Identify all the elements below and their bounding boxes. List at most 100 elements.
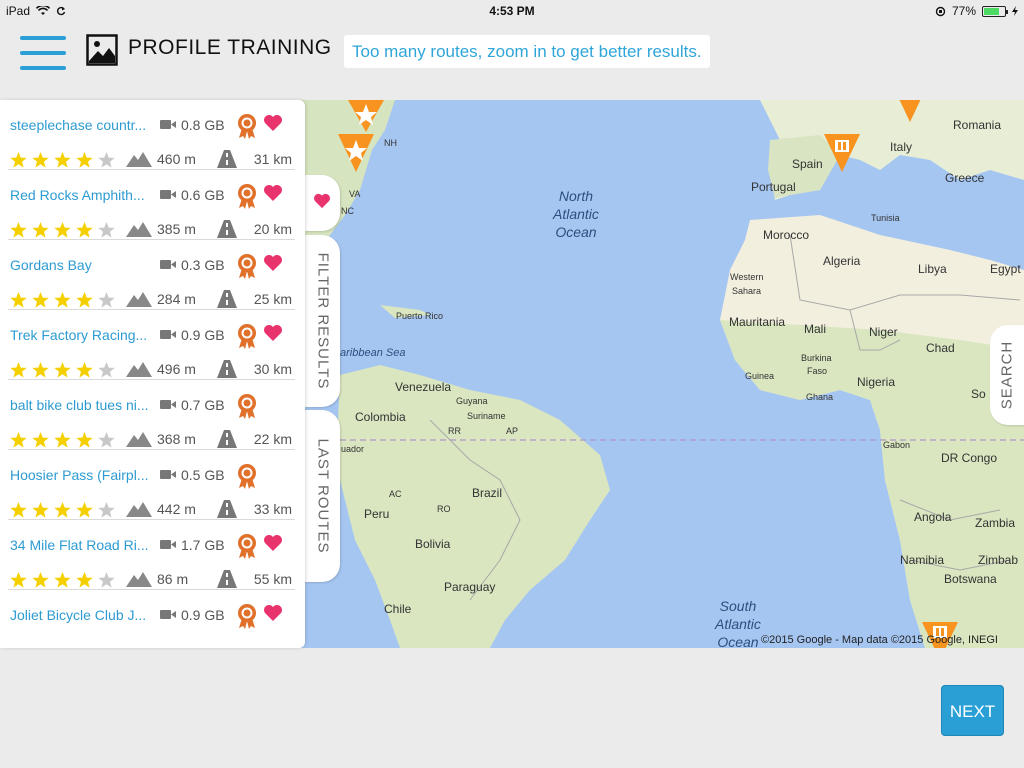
star-filled-icon — [54, 222, 71, 238]
video-icon — [160, 190, 176, 199]
video-icon — [160, 540, 176, 549]
star-filled-icon — [32, 222, 49, 238]
route-name[interactable]: Hoosier Pass (Fairpl... — [10, 467, 150, 483]
map-label-north-atlantic-line1: North — [558, 188, 594, 204]
info-banner: Too many routes, zoom in to get better r… — [344, 35, 710, 68]
route-list-item[interactable]: Trek Factory Racing... 0.9 GB 496 m 30 k… — [0, 310, 305, 380]
route-list-item[interactable]: steeplechase countr... 0.8 GB 460 m 31 k… — [0, 100, 305, 170]
map-label-greece: Greece — [945, 171, 985, 185]
next-button[interactable]: NEXT — [941, 685, 1004, 736]
route-pin[interactable] — [336, 130, 376, 174]
star-filled-icon — [32, 432, 49, 448]
award-badge-icon — [238, 464, 256, 489]
star-filled-icon — [10, 292, 27, 308]
tab-filter-results-label: FILTER RESULTS — [314, 252, 331, 390]
star-filled-icon — [76, 292, 93, 308]
map-label-algeria: Algeria — [823, 254, 861, 268]
star-filled-icon — [10, 572, 27, 588]
charging-icon — [1012, 6, 1018, 16]
map-label-venezuela: Venezuela — [395, 380, 452, 394]
map-label-mauritania: Mauritania — [729, 315, 786, 329]
route-pin[interactable] — [822, 130, 862, 174]
route-size: 0.6 GB — [181, 187, 225, 203]
battery-percent: 77% — [951, 4, 976, 18]
page-title: PROFILE TRAINING — [128, 36, 332, 59]
award-badge-icon — [238, 394, 256, 419]
heart-icon[interactable] — [263, 254, 283, 272]
tab-search[interactable]: SEARCH — [990, 325, 1024, 425]
map-label-angola: Angola — [914, 510, 952, 524]
map-label-spain: Spain — [792, 157, 823, 171]
star-filled-icon — [10, 152, 27, 168]
map-label-south-atlantic-line1: South — [719, 598, 757, 614]
road-icon — [217, 150, 237, 168]
map-label-mali: Mali — [804, 322, 827, 336]
map-label-gabon: Gabon — [883, 440, 911, 450]
star-filled-icon — [76, 432, 93, 448]
map-label-western-sahara-1: Western — [730, 272, 764, 282]
star-empty-icon — [98, 152, 115, 168]
orientation-lock-icon — [935, 6, 946, 16]
tab-search-label: SEARCH — [998, 340, 1016, 410]
map-label-niger: Niger — [869, 325, 898, 339]
mountain-icon — [126, 292, 152, 307]
video-icon — [160, 120, 176, 129]
rating-stars — [9, 221, 116, 239]
video-icon — [160, 470, 176, 479]
route-name[interactable]: steeplechase countr... — [10, 117, 150, 133]
route-name[interactable]: Trek Factory Racing... — [10, 327, 150, 343]
map-label-guyana: Guyana — [456, 396, 488, 406]
route-list-item[interactable]: Red Rocks Amphith... 0.6 GB 385 m 20 km — [0, 170, 305, 240]
map-label-bolivia: Bolivia — [415, 537, 451, 551]
map-label-somalia: So — [971, 387, 986, 401]
star-filled-icon — [54, 502, 71, 518]
route-size: 0.7 GB — [181, 397, 225, 413]
star-empty-icon — [98, 432, 115, 448]
map-label-nh: NH — [384, 138, 397, 148]
rating-stars — [9, 571, 116, 589]
route-list[interactable]: steeplechase countr... 0.8 GB 460 m 31 k… — [0, 100, 305, 648]
heart-icon[interactable] — [263, 184, 283, 202]
star-filled-icon — [32, 572, 49, 588]
star-filled-icon — [10, 502, 27, 518]
route-size: 1.7 GB — [181, 537, 225, 553]
star-filled-icon — [76, 572, 93, 588]
route-name[interactable]: Joliet Bicycle Club J... — [10, 607, 150, 623]
star-filled-icon — [54, 432, 71, 448]
route-name[interactable]: 34 Mile Flat Road Ri... — [10, 537, 150, 553]
star-filled-icon — [54, 292, 71, 308]
award-badge-icon — [238, 324, 256, 349]
tab-last-routes[interactable]: LAST ROUTES — [305, 410, 340, 582]
route-pin[interactable] — [890, 100, 930, 124]
map-label-caribbean-sea: aribbean Sea — [340, 347, 406, 359]
map-label-puerto-rico: Puerto Rico — [396, 311, 444, 321]
menu-button[interactable] — [20, 34, 66, 72]
route-list-item[interactable]: balt bike club tues ni... 0.7 GB 368 m 2… — [0, 380, 305, 450]
award-badge-icon — [238, 534, 256, 559]
map-label-north-atlantic: North Atlantic Ocean — [553, 187, 599, 241]
mountain-icon — [126, 362, 152, 377]
heart-icon[interactable] — [263, 534, 283, 552]
heart-icon[interactable] — [263, 114, 283, 132]
star-filled-icon — [10, 432, 27, 448]
route-list-item[interactable]: Gordans Bay 0.3 GB 284 m 25 km — [0, 240, 305, 310]
route-name[interactable]: Gordans Bay — [10, 257, 150, 273]
route-list-item[interactable]: Joliet Bicycle Club J... 0.9 GB — [0, 590, 305, 648]
mountain-icon — [126, 432, 152, 447]
heart-icon[interactable] — [263, 324, 283, 342]
tab-favorites[interactable] — [305, 175, 340, 231]
route-list-item[interactable]: 34 Mile Flat Road Ri... 1.7 GB 86 m 55 k… — [0, 520, 305, 590]
star-empty-icon — [98, 222, 115, 238]
route-elevation: 86 m — [157, 571, 189, 587]
route-list-item[interactable]: Hoosier Pass (Fairpl... 0.5 GB 442 m 33 … — [0, 450, 305, 520]
route-name[interactable]: Red Rocks Amphith... — [10, 187, 150, 203]
award-badge-icon — [238, 114, 256, 139]
map-label-western-sahara-2: Sahara — [732, 286, 762, 296]
map-label-ghana: Ghana — [806, 392, 834, 402]
route-name[interactable]: balt bike club tues ni... — [10, 397, 150, 413]
map-label-burkina-2: Faso — [807, 366, 828, 376]
star-filled-icon — [32, 362, 49, 378]
map-label-tunisia: Tunisia — [871, 213, 900, 223]
tab-filter-results[interactable]: FILTER RESULTS — [305, 235, 340, 407]
heart-icon[interactable] — [263, 604, 283, 622]
